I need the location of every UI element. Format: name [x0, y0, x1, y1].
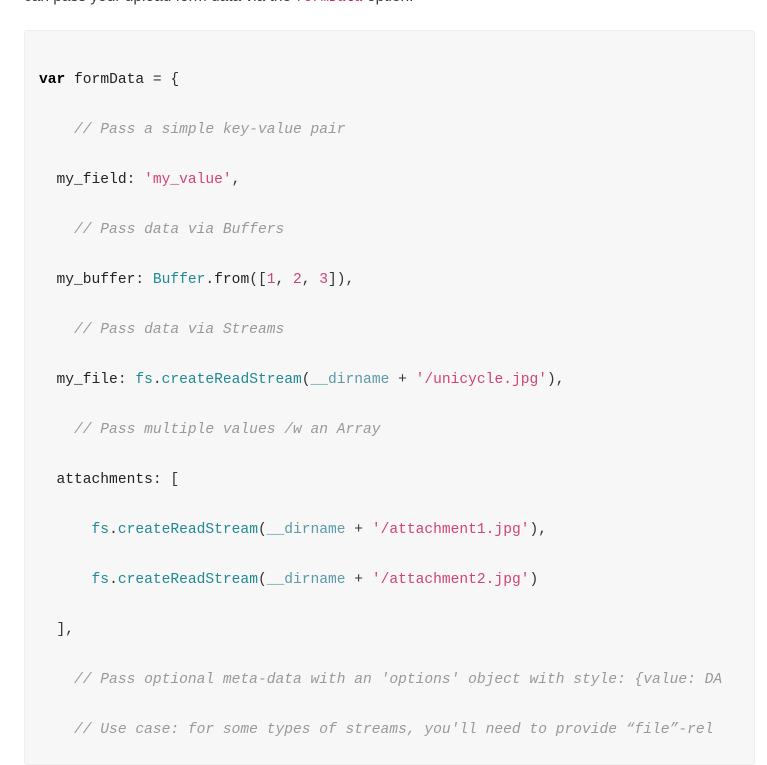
token-builtin-buffer: Buffer: [152, 272, 206, 288]
token-comment-5c: object with style: {value: DA: [459, 672, 723, 688]
token-punc: .: [109, 522, 118, 538]
token-punc: (: [257, 522, 267, 538]
code-block[interactable]: var formData = { // Pass a simple key-va…: [24, 30, 755, 765]
token-punc: :: [135, 272, 153, 288]
code-line: my_buffer: Buffer.from([1, 2, 3]),: [39, 268, 754, 293]
code-line: my_file: fs.createReadStream(__dirname +…: [39, 368, 754, 393]
token-comment-1: // Pass a simple key-value pair: [74, 122, 346, 138]
token-punc: +: [389, 372, 416, 388]
token-builtin-fs: fs: [91, 522, 110, 538]
token-punc: +: [345, 522, 372, 538]
token-builtin-fs: fs: [135, 372, 153, 388]
code-line: var formData = {: [39, 68, 754, 93]
token-ident-dirname: __dirname: [266, 572, 346, 588]
token-comment-4: // Pass multiple values /w an Array: [74, 422, 381, 438]
token-punc: = {: [144, 72, 180, 88]
token-punc: .: [205, 272, 215, 288]
token-punc: ([: [249, 272, 267, 288]
token-punc: ): [529, 572, 539, 588]
token-ident-my-field: my_field: [56, 172, 127, 188]
code-line: // Pass data via Buffers: [39, 218, 754, 243]
token-ident-attachments: attachments: [56, 472, 153, 488]
token-ident-formdata: formData: [74, 72, 145, 88]
code-line: // Pass multiple values /w an Array: [39, 418, 754, 443]
inline-code-formdata: formData: [295, 0, 362, 6]
token-punc: .: [109, 572, 118, 588]
token-comment-5b: 'options': [380, 672, 460, 688]
token-ident-my-buffer: my_buffer: [56, 272, 136, 288]
clipped-paragraph-tail: option.: [363, 0, 414, 5]
token-ident-dirname: __dirname: [310, 372, 390, 388]
token-method-createreadstream: createReadStream: [117, 572, 258, 588]
token-punc: ],: [56, 622, 75, 638]
code-line: // Use case: for some types of streams, …: [39, 718, 754, 743]
token-string-attachment1: '/attachment1.jpg': [371, 522, 530, 538]
code-line: ],: [39, 618, 754, 643]
code-line: // Pass optional meta-data with an 'opti…: [39, 668, 754, 693]
token-punc: ,: [231, 172, 241, 188]
token-string-attachment2: '/attachment2.jpg': [371, 572, 530, 588]
token-punc: ]),: [328, 272, 355, 288]
token-punc: ,: [275, 272, 293, 288]
code-line: fs.createReadStream(__dirname + '/attach…: [39, 568, 754, 593]
token-string-my-value: 'my_value': [144, 172, 232, 188]
token-method-createreadstream: createReadStream: [117, 522, 258, 538]
code-line: // Pass data via Streams: [39, 318, 754, 343]
code-line: my_field: 'my_value',: [39, 168, 754, 193]
token-comment-5a: // Pass optional meta-data with an: [74, 672, 381, 688]
code-line: fs.createReadStream(__dirname + '/attach…: [39, 518, 754, 543]
token-method-from: from: [214, 272, 250, 288]
token-number-3: 3: [319, 272, 329, 288]
token-comment-6c: -rel: [678, 722, 714, 738]
token-comment-6: // Use case: for some types of streams, …: [74, 722, 713, 738]
code-listing: var formData = { // Pass a simple key-va…: [39, 43, 754, 764]
token-ident-dirname: __dirname: [266, 522, 346, 538]
token-punc: +: [345, 572, 372, 588]
token-punc: :: [117, 372, 136, 388]
clipped-paragraph: can pass your upload form data via the f…: [24, 0, 764, 8]
code-sample-page: can pass your upload form data via the f…: [0, 0, 767, 765]
token-punc: ,: [301, 272, 320, 288]
token-string-unicycle: '/unicycle.jpg': [415, 372, 547, 388]
token-punc: (: [301, 372, 311, 388]
code-line: attachments: [: [39, 468, 754, 493]
token-punc: ),: [529, 522, 547, 538]
token-comment-5: // Pass optional meta-data with an 'opti…: [74, 672, 722, 688]
token-punc: (: [257, 572, 267, 588]
code-block-content: var formData = { // Pass a simple key-va…: [25, 31, 754, 764]
token-comment-3: // Pass data via Streams: [74, 322, 285, 338]
token-comment-2: // Pass data via Buffers: [74, 222, 285, 238]
token-punc: :: [126, 172, 145, 188]
token-punc: ),: [547, 372, 565, 388]
token-punc: : [: [152, 472, 180, 488]
clipped-paragraph-text: can pass your upload form data via the: [24, 0, 295, 5]
token-comment-6b: “file”: [625, 722, 679, 738]
code-line: // Pass a simple key-value pair: [39, 118, 754, 143]
token-punc: .: [152, 372, 162, 388]
token-comment-6a: // Use case: for some types of streams, …: [74, 722, 626, 738]
token-method-createreadstream: createReadStream: [161, 372, 302, 388]
token-builtin-fs: fs: [91, 572, 110, 588]
token-number-2: 2: [293, 272, 302, 288]
token-keyword-var: var: [39, 72, 66, 88]
token-ident-my-file: my_file: [56, 372, 118, 388]
